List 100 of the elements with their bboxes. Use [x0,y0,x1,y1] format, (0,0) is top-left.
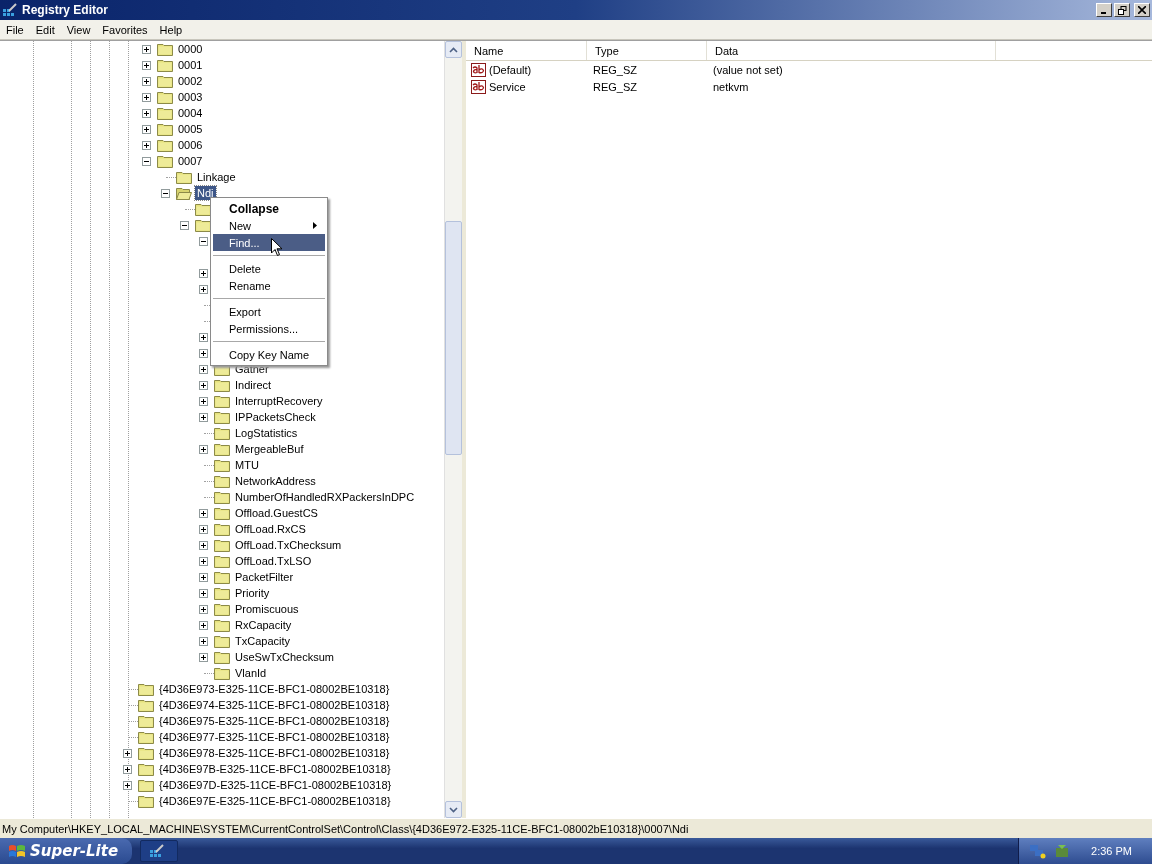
menu-item[interactable]: View [60,22,97,37]
expander-icon[interactable] [199,652,208,662]
expander-icon[interactable] [199,508,208,518]
expander-icon[interactable] [199,556,208,566]
tree-item[interactable]: InterruptRecovery [233,394,325,408]
expander-icon[interactable] [142,156,151,166]
menu-item[interactable]: Favorites [96,22,154,37]
tree-item[interactable]: {4D36E977-E325-11CE-BFC1-08002BE10318} [157,730,392,744]
tree-item[interactable]: MTU [233,458,261,472]
tree-item[interactable]: RxCapacity [233,618,294,632]
expander-icon[interactable] [199,396,208,406]
expander-icon[interactable] [199,284,208,294]
tree-item[interactable]: IPPacketsCheck [233,410,318,424]
tree-item[interactable]: Ndi [195,186,216,200]
expander-icon[interactable] [199,604,208,614]
tree-item[interactable]: MergeableBuf [233,442,306,456]
tree-item[interactable]: {4D36E97D-E325-11CE-BFC1-08002BE10318} [157,778,394,792]
tree-item[interactable]: 0002 [176,74,205,88]
tree-item[interactable]: 0001 [176,58,205,72]
tree-item[interactable]: OffLoad.TxChecksum [233,538,344,552]
expander-icon[interactable] [142,140,151,150]
expander-icon[interactable] [142,76,151,86]
menu-item[interactable]: Edit [29,22,61,37]
tree-item[interactable]: 0007 [176,154,205,168]
menu-item[interactable]: Rename [213,277,325,294]
expander-icon[interactable] [199,444,208,454]
menu-item[interactable]: Permissions... [213,320,325,337]
expander-icon[interactable] [199,380,208,390]
restore-button[interactable] [1114,3,1130,17]
expander-icon[interactable] [199,588,208,598]
tree-item[interactable]: UseSwTxChecksum [233,650,337,664]
menu-item[interactable]: New [213,217,325,234]
expander-icon[interactable] [199,332,208,342]
expander-icon[interactable] [199,540,208,550]
minimize-button[interactable] [1096,3,1112,17]
tree-item[interactable]: 0000 [176,42,205,56]
tree-item[interactable]: 0004 [176,106,205,120]
menu-item[interactable]: Copy Key Name [213,346,325,363]
expander-icon[interactable] [123,780,132,790]
folder-icon [214,570,230,584]
scroll-up-button[interactable] [445,41,462,58]
tree-item[interactable]: 0006 [176,138,205,152]
tree-item[interactable]: Gather [233,362,271,376]
expander-icon[interactable] [199,620,208,630]
tree-item[interactable]: NetworkAddress [233,474,318,488]
tree-item[interactable]: OffLoad.RxCS [233,522,308,536]
scroll-thumb[interactable] [445,221,462,455]
tree-item[interactable]: {4D36E975-E325-11CE-BFC1-08002BE10318} [157,714,392,728]
tree-item[interactable]: 0003 [176,90,205,104]
tree-item[interactable]: LogStatistics [233,426,300,440]
folder-icon [214,586,230,600]
expander-icon[interactable] [123,764,132,774]
column-header[interactable]: Data [707,41,996,60]
tree-item[interactable]: {4D36E978-E325-11CE-BFC1-08002BE10318} [157,746,392,760]
menu-item[interactable]: Help [153,22,189,37]
tree-item[interactable]: NumberOfHandledRXPackersInDPC [233,490,417,504]
expander-icon[interactable] [142,44,151,54]
expander-icon[interactable] [199,236,208,246]
tree-item[interactable]: 0005 [176,122,205,136]
tree-item[interactable]: {4D36E97B-E325-11CE-BFC1-08002BE10318} [157,762,393,776]
expander-icon[interactable] [142,108,151,118]
folder-icon [157,42,173,56]
column-header[interactable]: Name [466,41,587,60]
close-button[interactable] [1134,3,1150,17]
expander-icon[interactable] [199,636,208,646]
menu-item[interactable]: Find... [213,234,325,251]
scroll-down-button[interactable] [445,801,462,818]
tree-item[interactable]: {4D36E974-E325-11CE-BFC1-08002BE10318} [157,698,392,712]
tree-item[interactable]: Priority [233,586,272,600]
tree-item[interactable]: PacketFilter [233,570,296,584]
tree-item[interactable]: Offload.GuestCS [233,506,320,520]
tree-item[interactable]: Linkage [195,170,238,184]
expander-icon[interactable] [199,572,208,582]
menu-item[interactable]: Export [213,303,325,320]
tree-item[interactable]: Promiscuous [233,602,301,616]
expander-icon[interactable] [123,748,132,758]
tree-item[interactable]: {4D36E97E-E325-11CE-BFC1-08002BE10318} [157,794,393,808]
menu-item[interactable]: Delete [213,260,325,277]
expander-icon[interactable] [199,364,208,374]
folder-icon [214,602,230,616]
taskbar-button[interactable] [140,840,179,862]
expander-icon[interactable] [142,92,151,102]
tree-item[interactable]: {4D36E973-E325-11CE-BFC1-08002BE10318} [157,682,392,696]
column-header[interactable]: Type [587,41,707,60]
expander-icon[interactable] [199,412,208,422]
menu-item[interactable]: Collapse [213,200,325,217]
expander-icon[interactable] [199,268,208,278]
expander-icon[interactable] [199,348,208,358]
expander-icon[interactable] [142,60,151,70]
tree-item[interactable]: TxCapacity [233,634,293,648]
close-icon [1138,6,1146,14]
menu-item[interactable]: File [0,22,30,37]
tree-item[interactable]: Indirect [233,378,274,392]
tree-item[interactable]: OffLoad.TxLSO [233,554,314,568]
start-button[interactable]: Super-Lite [0,838,133,864]
expander-icon[interactable] [142,124,151,134]
expander-icon[interactable] [180,220,189,230]
tree-item[interactable]: VlanId [233,666,269,680]
expander-icon[interactable] [199,524,208,534]
expander-icon[interactable] [161,188,170,198]
